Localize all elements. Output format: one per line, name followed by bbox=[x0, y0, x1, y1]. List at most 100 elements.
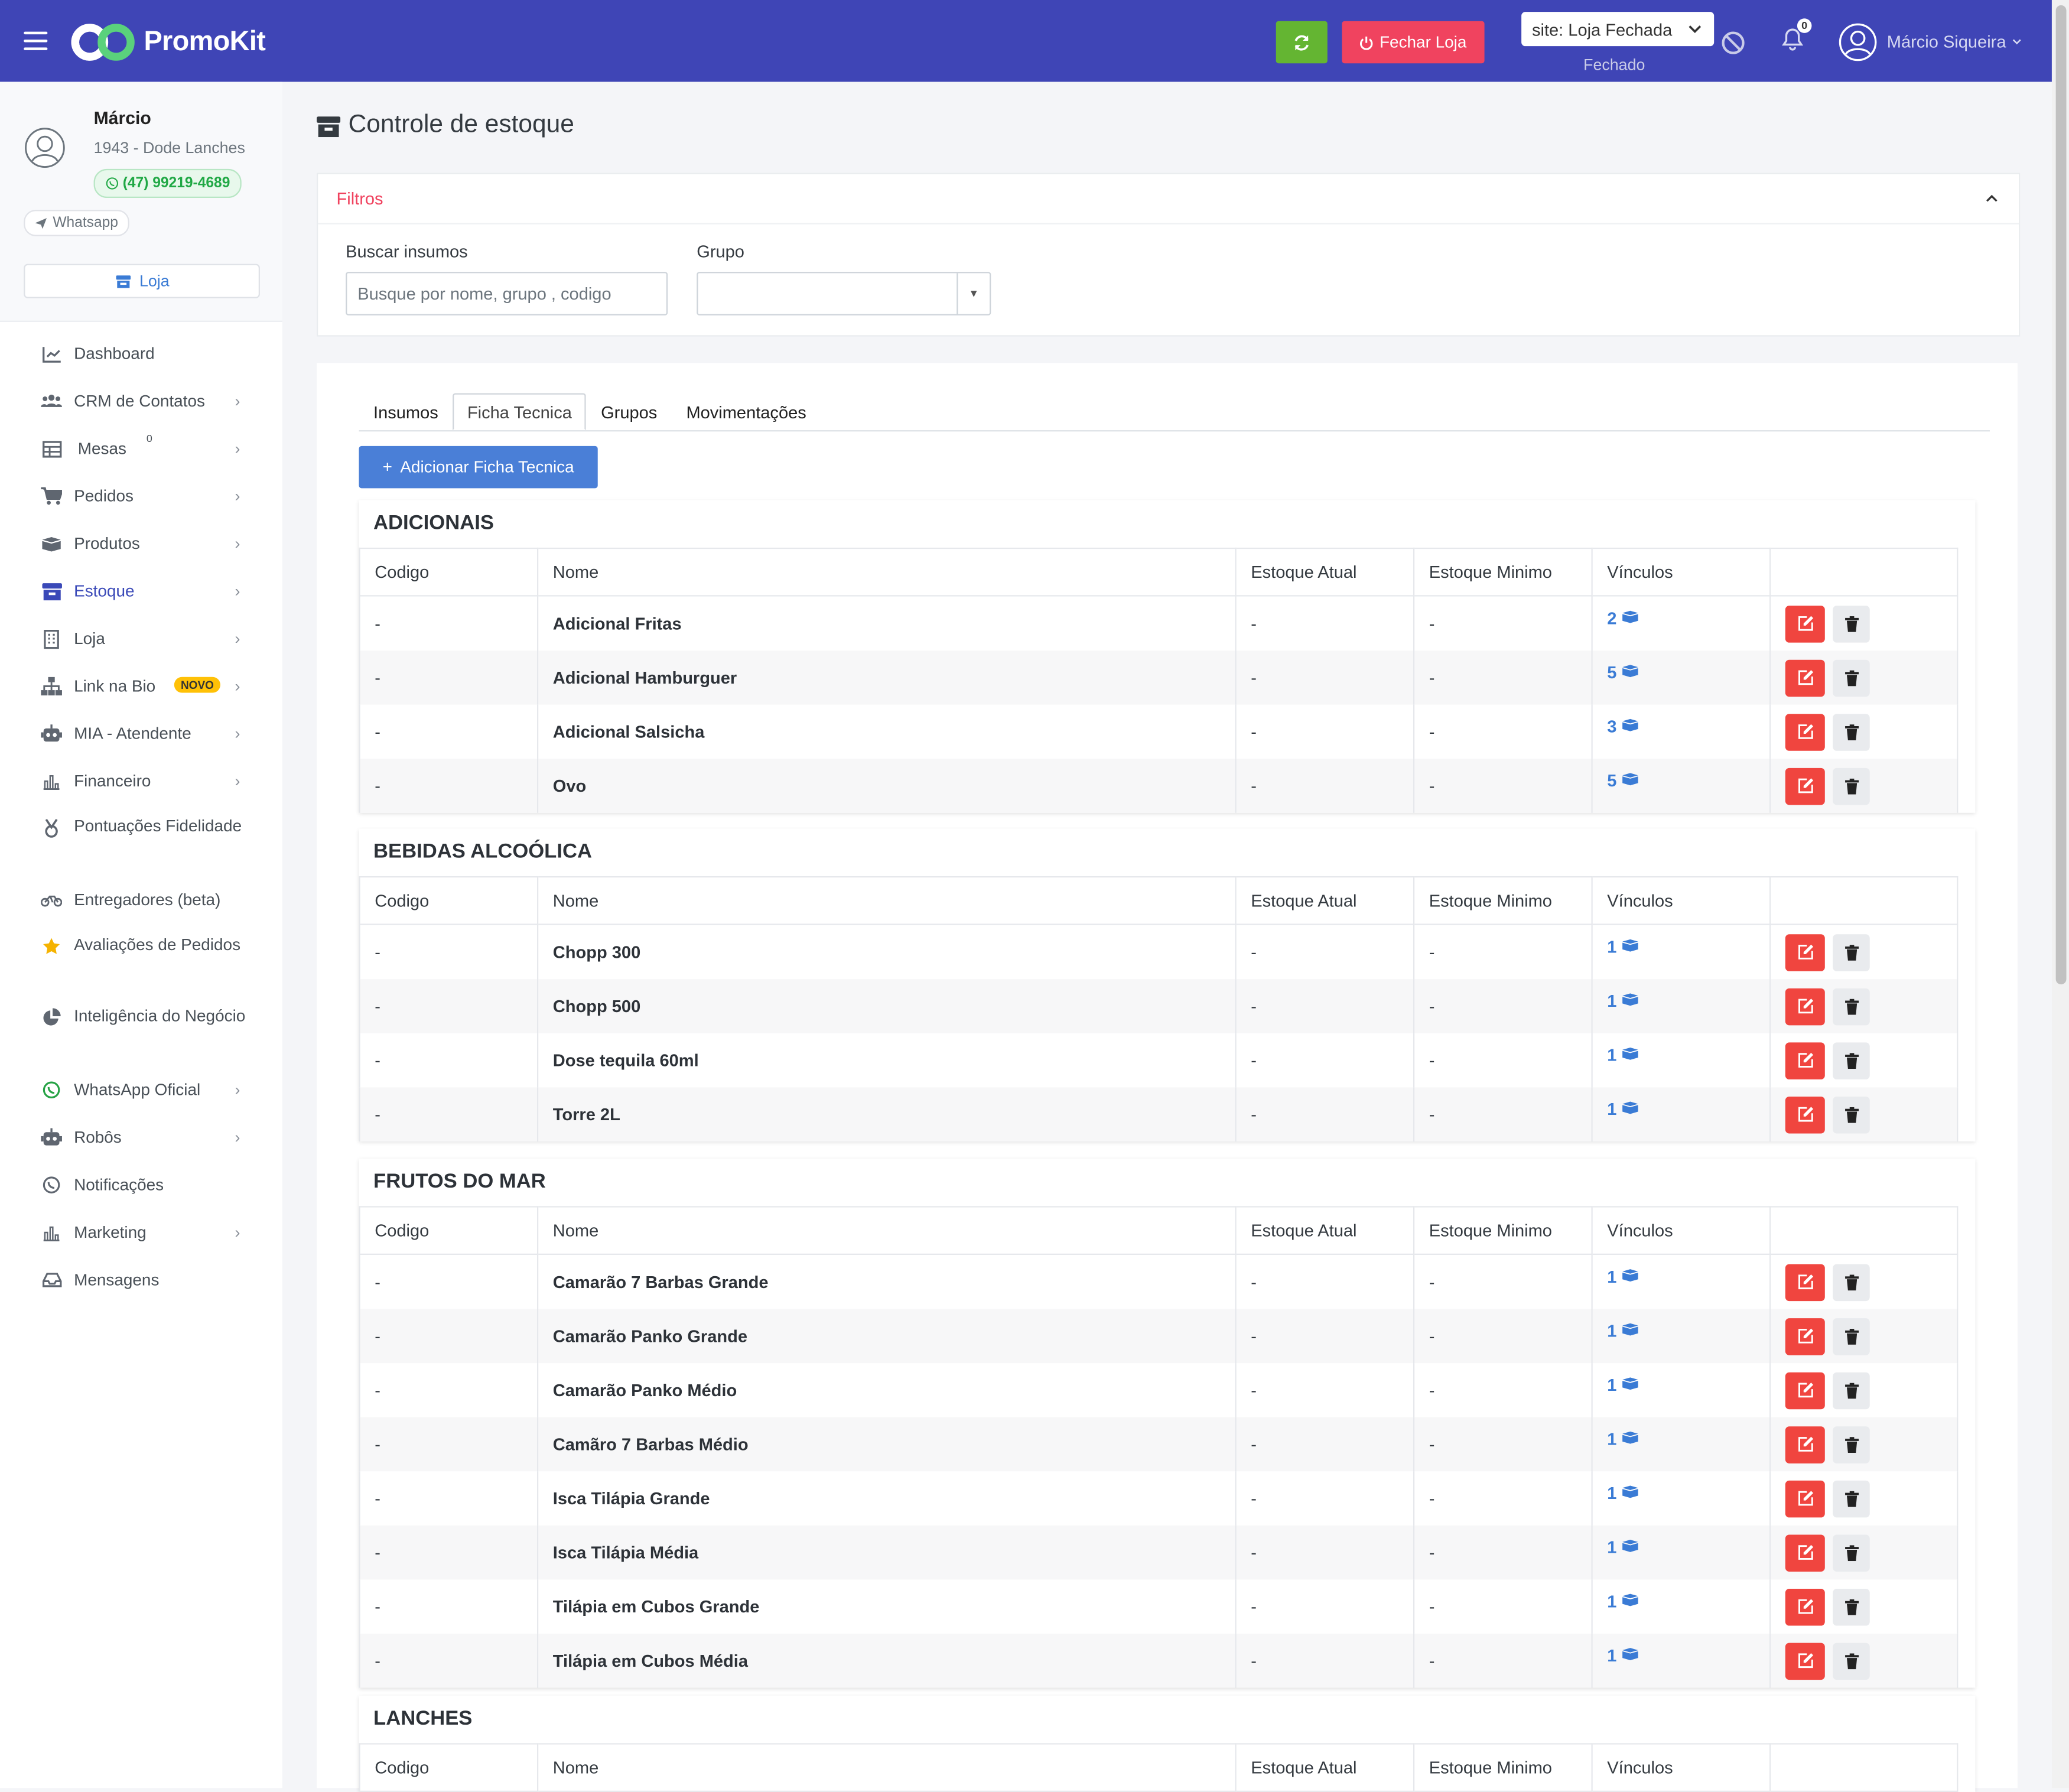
sidebar-item-marketing[interactable]: Marketing › bbox=[0, 1209, 282, 1256]
edit-icon[interactable] bbox=[1785, 1426, 1825, 1463]
trash-icon[interactable] bbox=[1833, 1642, 1870, 1680]
trash-icon[interactable] bbox=[1833, 1095, 1870, 1133]
close-store-button[interactable]: Fechar Loja bbox=[1342, 21, 1485, 64]
trash-icon[interactable] bbox=[1833, 1263, 1870, 1301]
profile-phone-badge[interactable]: (47) 99219-4689 bbox=[93, 168, 242, 199]
sidebar-item-inteligencia[interactable]: Inteligência do Negócio bbox=[0, 995, 282, 1066]
edit-icon[interactable] bbox=[1785, 1479, 1825, 1517]
edit-icon[interactable] bbox=[1785, 659, 1825, 697]
whatsapp-chip[interactable]: Whatsapp bbox=[24, 210, 129, 236]
search-input[interactable] bbox=[346, 272, 668, 316]
brand-logo[interactable]: PromoKit bbox=[70, 20, 266, 64]
edit-icon[interactable] bbox=[1785, 987, 1825, 1025]
tab-ficha-tecnica[interactable]: Ficha Tecnica bbox=[453, 393, 587, 431]
cell-nome: Camãro 7 Barbas Médio bbox=[536, 1417, 1237, 1472]
trash-icon[interactable] bbox=[1833, 659, 1870, 697]
sidebar-item-robos[interactable]: Robôs › bbox=[0, 1114, 282, 1161]
chevron-up-icon[interactable] bbox=[1985, 191, 1999, 206]
sidebar-item-whatsapp-oficial[interactable]: WhatsApp Oficial › bbox=[0, 1066, 282, 1114]
edit-icon[interactable] bbox=[1785, 1642, 1825, 1680]
add-ficha-tecnica-button[interactable]: + Adicionar Ficha Tecnica bbox=[359, 445, 598, 489]
site-status-select[interactable]: site: Loja Fechada bbox=[1521, 12, 1715, 47]
trash-icon[interactable] bbox=[1833, 767, 1870, 805]
column-header bbox=[1769, 876, 1959, 925]
refresh-button[interactable] bbox=[1276, 21, 1328, 64]
sidebar-item-mia[interactable]: MIA - Atendente › bbox=[0, 710, 282, 757]
vinculos-link[interactable]: 1 bbox=[1607, 1429, 1640, 1449]
edit-icon[interactable] bbox=[1785, 605, 1825, 642]
vinculos-link[interactable]: 1 bbox=[1607, 1483, 1640, 1503]
trash-icon[interactable] bbox=[1833, 713, 1870, 750]
edit-icon[interactable] bbox=[1785, 1263, 1825, 1301]
sidebar-item-entregadores[interactable]: Entregadores (beta) bbox=[0, 876, 282, 923]
sidebar-item-crm[interactable]: CRM de Contatos › bbox=[0, 378, 282, 425]
vinculos-link[interactable]: 1 bbox=[1607, 1267, 1640, 1287]
sidebar-item-label: Estoque bbox=[74, 581, 135, 601]
group-title: LANCHES bbox=[373, 1708, 473, 1730]
tab-grupos[interactable]: Grupos bbox=[587, 393, 672, 431]
edit-icon[interactable] bbox=[1785, 713, 1825, 750]
vinculos-link[interactable]: 1 bbox=[1607, 1645, 1640, 1666]
chevron-down-icon[interactable] bbox=[2011, 35, 2023, 47]
edit-icon[interactable] bbox=[1785, 1588, 1825, 1625]
page-scrollbar-thumb[interactable] bbox=[2055, 5, 2067, 985]
sidebar-item-label: Avaliações de Pedidos bbox=[74, 935, 241, 954]
sidebar-item-mesas[interactable]: Mesas 0 › bbox=[0, 425, 282, 472]
vinculos-link[interactable]: 1 bbox=[1607, 937, 1640, 957]
edit-icon[interactable] bbox=[1785, 1095, 1825, 1133]
vinculos-link[interactable]: 1 bbox=[1607, 1321, 1640, 1341]
edit-icon[interactable] bbox=[1785, 1318, 1825, 1355]
vinculos-link[interactable]: 3 bbox=[1607, 717, 1640, 736]
column-header: Codigo bbox=[359, 876, 539, 925]
cell-vinculos: 2 bbox=[1591, 596, 1771, 651]
vinculos-link[interactable]: 1 bbox=[1607, 991, 1640, 1011]
edit-icon[interactable] bbox=[1785, 1042, 1825, 1079]
trash-icon[interactable] bbox=[1833, 1426, 1870, 1463]
vinculos-count: 2 bbox=[1607, 608, 1617, 629]
filters-header[interactable]: Filtros bbox=[318, 174, 2019, 225]
ban-icon[interactable] bbox=[1720, 30, 1745, 55]
vinculos-link[interactable]: 1 bbox=[1607, 1045, 1640, 1065]
trash-icon[interactable] bbox=[1833, 1042, 1870, 1079]
trash-icon[interactable] bbox=[1833, 605, 1870, 642]
trash-icon[interactable] bbox=[1833, 1318, 1870, 1355]
group-select[interactable]: ▼ bbox=[697, 272, 991, 316]
sidebar-item-mensagens[interactable]: Mensagens bbox=[0, 1256, 282, 1303]
sidebar-item-estoque[interactable]: Estoque › bbox=[0, 567, 282, 614]
sidebar-item-link-na-bio[interactable]: Link na Bio NOVO › bbox=[0, 662, 282, 710]
vinculos-link[interactable]: 1 bbox=[1607, 1099, 1640, 1119]
sidebar-item-dashboard[interactable]: Dashboard bbox=[0, 330, 282, 377]
sidebar-item-financeiro[interactable]: Financeiro › bbox=[0, 757, 282, 805]
vinculos-link[interactable]: 1 bbox=[1607, 1375, 1640, 1395]
vinculos-link[interactable]: 5 bbox=[1607, 770, 1640, 791]
sidebar-item-produtos[interactable]: Produtos › bbox=[0, 520, 282, 567]
trash-icon[interactable] bbox=[1833, 1534, 1870, 1571]
user-avatar-icon[interactable] bbox=[1838, 22, 1878, 62]
vinculos-link[interactable]: 1 bbox=[1607, 1591, 1640, 1611]
trash-icon[interactable] bbox=[1833, 934, 1870, 971]
edit-icon[interactable] bbox=[1785, 1534, 1825, 1571]
sidebar-item-loja[interactable]: Loja › bbox=[0, 615, 282, 662]
tab-movimenta-es[interactable]: Movimentações bbox=[672, 393, 821, 431]
edit-icon[interactable] bbox=[1785, 767, 1825, 805]
sidebar-item-pedidos[interactable]: Pedidos › bbox=[0, 473, 282, 520]
trash-icon[interactable] bbox=[1833, 1479, 1870, 1517]
menu-toggle-icon[interactable] bbox=[24, 31, 48, 50]
sidebar-item-pontuacoes[interactable]: Pontuações Fidelidade bbox=[0, 805, 282, 876]
edit-icon[interactable] bbox=[1785, 1371, 1825, 1409]
vinculos-link[interactable]: 1 bbox=[1607, 1537, 1640, 1557]
edit-icon[interactable] bbox=[1785, 934, 1825, 971]
caret-down-icon[interactable]: ▼ bbox=[957, 273, 990, 314]
vinculos-link[interactable]: 5 bbox=[1607, 662, 1640, 682]
brand-name: PromoKit bbox=[144, 25, 266, 56]
store-button[interactable]: Loja bbox=[24, 264, 260, 298]
tab-insumos[interactable]: Insumos bbox=[359, 393, 453, 431]
trash-icon[interactable] bbox=[1833, 1588, 1870, 1625]
user-name[interactable]: Márcio Siqueira bbox=[1887, 32, 2006, 52]
trash-icon[interactable] bbox=[1833, 987, 1870, 1025]
sidebar-item-notificacoes[interactable]: Notificações bbox=[0, 1161, 282, 1208]
sidebar-item-avaliacoes[interactable]: Avaliações de Pedidos bbox=[0, 923, 282, 995]
sidebar-item-label: Robôs bbox=[74, 1128, 122, 1147]
trash-icon[interactable] bbox=[1833, 1371, 1870, 1409]
vinculos-link[interactable]: 2 bbox=[1607, 608, 1640, 629]
